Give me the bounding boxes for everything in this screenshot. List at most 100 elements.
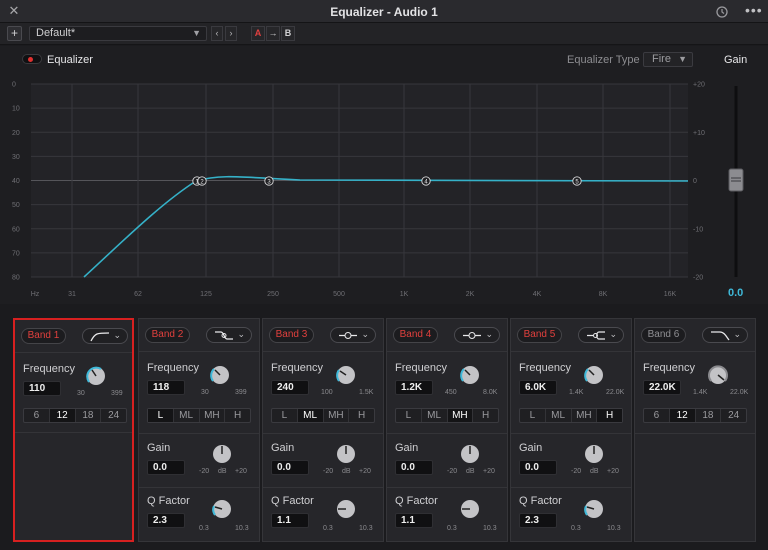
chevron-down-icon: ▼ bbox=[678, 54, 687, 64]
title-bar: ✕ Equalizer - Audio 1 ••• bbox=[0, 0, 768, 23]
range-option[interactable]: ML bbox=[297, 409, 324, 422]
band-3-gain-knob[interactable] bbox=[335, 443, 357, 465]
band-6-frequency-knob[interactable] bbox=[707, 364, 729, 386]
slope-option[interactable]: 6 bbox=[644, 409, 670, 422]
eq-response-graph[interactable]: 0 10 20 30 40 50 60 70 80 +20 +10 0 -10 -20 Hz 31 62 12… bbox=[0, 74, 768, 304]
left-axis-tick: 10 bbox=[12, 106, 20, 113]
band-point-5[interactable]: 5 bbox=[572, 176, 582, 186]
equalizer-type-dropdown[interactable]: Fire ▼ bbox=[643, 52, 693, 67]
band-header: Band 3 ⌄ bbox=[263, 319, 383, 351]
band-3-range-selector[interactable]: L ML MH H bbox=[271, 408, 375, 423]
band-1-frequency-field[interactable]: 110 bbox=[23, 381, 61, 396]
slope-option[interactable]: 24 bbox=[721, 409, 746, 422]
bands-panel: Band 1 ⌄ Frequency 110 30 399 6 12 18 24 bbox=[0, 304, 768, 550]
band-5-range-selector[interactable]: L ML MH H bbox=[519, 408, 623, 423]
gain-fader-handle[interactable] bbox=[728, 168, 744, 192]
frequency-label: Frequency bbox=[23, 363, 75, 375]
band-3-frequency-field[interactable]: 240 bbox=[271, 380, 309, 395]
range-option[interactable]: L bbox=[520, 409, 546, 422]
range-option[interactable]: MH bbox=[324, 409, 350, 422]
range-option[interactable]: L bbox=[148, 409, 174, 422]
band-2-frequency-knob[interactable] bbox=[209, 364, 231, 386]
gain-value: 0.0 bbox=[728, 287, 744, 299]
band-3-shape-dropdown[interactable]: ⌄ bbox=[330, 327, 376, 343]
add-preset-button[interactable]: + bbox=[7, 26, 22, 41]
band-2-frequency-field[interactable]: 118 bbox=[147, 380, 185, 395]
range-option[interactable]: L bbox=[272, 409, 298, 422]
range-option[interactable]: ML bbox=[546, 409, 572, 422]
band-3-enable-button[interactable]: Band 3 bbox=[269, 327, 314, 343]
next-preset-button[interactable]: › bbox=[225, 26, 237, 41]
compare-a-button[interactable]: A bbox=[251, 26, 265, 41]
band-4-enable-button[interactable]: Band 4 bbox=[393, 327, 438, 343]
band-2-gain-field[interactable]: 0.0 bbox=[147, 460, 185, 475]
slope-option[interactable]: 12 bbox=[669, 409, 696, 422]
band-5-q-knob[interactable] bbox=[583, 498, 605, 520]
band-1-shape-dropdown[interactable]: ⌄ bbox=[82, 328, 128, 344]
band-2-enable-button[interactable]: Band 2 bbox=[145, 327, 190, 343]
band-3-q-field[interactable]: 1.1 bbox=[271, 513, 309, 528]
band-4-gain-knob[interactable] bbox=[459, 443, 481, 465]
band-2-q-field[interactable]: 2.3 bbox=[147, 513, 185, 528]
range-option[interactable]: ML bbox=[174, 409, 200, 422]
band-4-q-field[interactable]: 1.1 bbox=[395, 513, 433, 528]
equalizer-enable-toggle[interactable] bbox=[22, 54, 42, 64]
reset-icon[interactable] bbox=[714, 4, 730, 20]
q-min: 0.3 bbox=[199, 525, 209, 532]
more-options-icon[interactable]: ••• bbox=[745, 2, 763, 18]
range-option[interactable]: MH bbox=[200, 409, 226, 422]
band-5-gain-field[interactable]: 0.0 bbox=[519, 460, 557, 475]
band-6-panel: Band 6 ⌄ Frequency 22.0K 1.4K 22.0K 6 12… bbox=[634, 318, 756, 542]
slope-option[interactable]: 24 bbox=[101, 409, 126, 422]
band-1-enable-button[interactable]: Band 1 bbox=[21, 328, 66, 344]
band-3-frequency-knob[interactable] bbox=[335, 364, 357, 386]
range-option[interactable]: H bbox=[597, 409, 622, 422]
band-5-gain-knob[interactable] bbox=[583, 443, 605, 465]
bell-icon bbox=[463, 332, 481, 339]
band-4-frequency-field[interactable]: 1.2K bbox=[395, 380, 433, 395]
band-1-frequency-knob[interactable] bbox=[85, 365, 107, 387]
band-6-slope-selector[interactable]: 6 12 18 24 bbox=[643, 408, 747, 423]
band-5-frequency-field[interactable]: 6.0K bbox=[519, 380, 557, 395]
band-point-3[interactable]: 3 bbox=[264, 176, 274, 186]
band-5-shape-dropdown[interactable]: ⌄ bbox=[578, 327, 624, 343]
frequency-max: 8.0K bbox=[483, 389, 498, 396]
range-option[interactable]: H bbox=[349, 409, 374, 422]
slope-option[interactable]: 18 bbox=[696, 409, 722, 422]
range-option[interactable]: MH bbox=[447, 409, 474, 422]
band-4-gain-field[interactable]: 0.0 bbox=[395, 460, 433, 475]
band-2-range-selector[interactable]: L ML MH H bbox=[147, 408, 251, 423]
band-point-2[interactable]: 2 bbox=[197, 176, 207, 186]
range-option[interactable]: ML bbox=[422, 409, 448, 422]
compare-b-button[interactable]: B bbox=[281, 26, 295, 41]
slope-option[interactable]: 18 bbox=[76, 409, 102, 422]
band-6-shape-dropdown[interactable]: ⌄ bbox=[702, 327, 748, 343]
band-5-enable-button[interactable]: Band 5 bbox=[517, 327, 562, 343]
band-6-enable-button[interactable]: Band 6 bbox=[641, 327, 686, 343]
range-option[interactable]: L bbox=[396, 409, 422, 422]
band-2-shape-dropdown[interactable]: ⌄ bbox=[206, 327, 252, 343]
band-5-q-field[interactable]: 2.3 bbox=[519, 513, 557, 528]
copy-a-to-b-button[interactable]: → bbox=[266, 26, 280, 41]
band-5-frequency-knob[interactable] bbox=[583, 364, 605, 386]
band-3-gain-field[interactable]: 0.0 bbox=[271, 460, 309, 475]
band-2-q-knob[interactable] bbox=[211, 498, 233, 520]
previous-preset-button[interactable]: ‹ bbox=[211, 26, 223, 41]
band-4-frequency-knob[interactable] bbox=[459, 364, 481, 386]
slope-option[interactable]: 12 bbox=[49, 409, 76, 422]
band-3-q-knob[interactable] bbox=[335, 498, 357, 520]
band-6-frequency-field[interactable]: 22.0K bbox=[643, 380, 681, 395]
range-option[interactable]: H bbox=[473, 409, 498, 422]
band-3-panel: Band 3 ⌄ Frequency 240 100 1.5K L ML MH … bbox=[262, 318, 384, 542]
band-4-range-selector[interactable]: L ML MH H bbox=[395, 408, 499, 423]
band-2-gain-knob[interactable] bbox=[211, 443, 233, 465]
band-4-q-knob[interactable] bbox=[459, 498, 481, 520]
right-axis-tick: +10 bbox=[693, 130, 705, 137]
band-4-shape-dropdown[interactable]: ⌄ bbox=[454, 327, 500, 343]
range-option[interactable]: H bbox=[225, 409, 250, 422]
range-option[interactable]: MH bbox=[572, 409, 598, 422]
band-1-slope-selector[interactable]: 6 12 18 24 bbox=[23, 408, 127, 423]
slope-option[interactable]: 6 bbox=[24, 409, 50, 422]
band-point-4[interactable]: 4 bbox=[421, 176, 431, 186]
preset-dropdown[interactable]: Default* ▼ bbox=[29, 26, 207, 41]
